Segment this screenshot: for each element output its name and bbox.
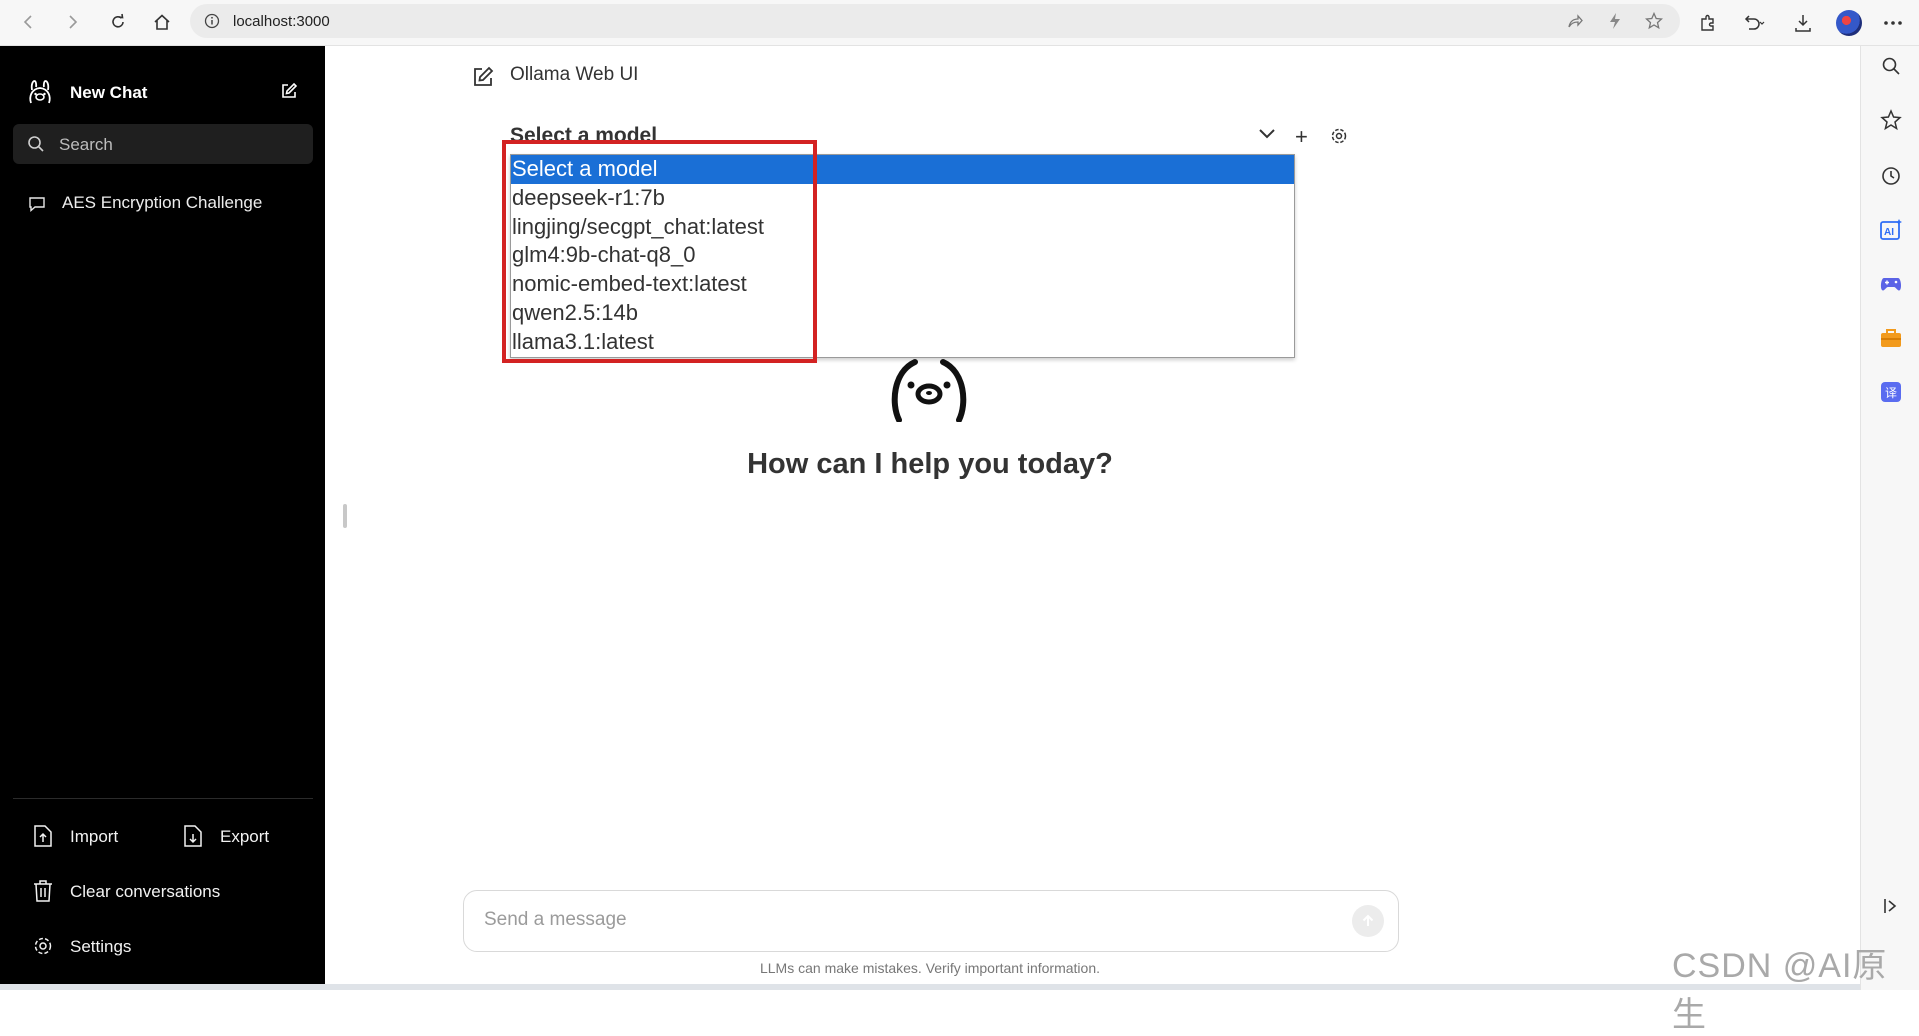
arrow-up-icon [1362,914,1374,926]
svg-text:AI: AI [1884,227,1894,238]
edge-games-controller-icon[interactable] [1877,270,1905,298]
site-info-icon[interactable] [204,13,220,29]
more-menu-icon[interactable] [1880,10,1906,36]
forward-icon[interactable] [61,10,85,34]
edge-history-clock-icon[interactable] [1877,162,1905,190]
import-button[interactable]: Import [32,824,172,850]
app-title: Ollama Web UI [510,64,639,85]
model-option[interactable]: nomic-embed-text:latest [511,270,1294,299]
file-export-icon [182,824,204,848]
chat-title[interactable]: AES Encryption Challenge [62,193,262,213]
new-chat-edit-icon[interactable] [280,82,298,100]
clear-conversations-button[interactable]: Clear conversations [32,879,292,905]
settings-button[interactable]: Settings [32,934,232,960]
file-import-icon [32,824,54,848]
browser-side-panel: AI 译 [1860,46,1919,990]
welcome-heading: How can I help you today? [747,448,1113,480]
model-option[interactable]: qwen2.5:14b [511,299,1294,328]
chat-history-item[interactable]: AES Encryption Challenge [28,192,308,218]
model-select-value[interactable]: Select a model [510,124,657,148]
edge-search-icon[interactable] [1877,52,1905,80]
chat-bubble-icon [28,195,46,213]
settings-label[interactable]: Settings [70,937,131,957]
browser-toolbar: localhost:3000 [0,0,1919,46]
export-label[interactable]: Export [220,827,269,847]
home-icon[interactable] [150,10,174,34]
collapse-panel-icon[interactable] [1877,892,1905,920]
edge-ai-icon[interactable]: AI [1877,216,1905,244]
share-icon[interactable] [1566,12,1584,30]
message-input[interactable]: Send a message [463,890,1399,952]
model-option[interactable]: lingjing/secgpt_chat:latest [511,213,1294,242]
add-model-button[interactable]: + [1295,124,1308,150]
undo-history-icon[interactable] [1741,10,1767,36]
extensions-icon[interactable] [1695,10,1721,36]
ollama-logo-icon [26,78,54,106]
edge-toolbox-icon[interactable] [1877,324,1905,352]
gear-icon [32,934,54,958]
chevron-down-icon[interactable] [1258,128,1276,140]
model-option[interactable]: Select a model [511,155,1294,184]
sidebar-divider [13,798,313,799]
address-bar[interactable]: localhost:3000 [190,4,1680,38]
profile-avatar[interactable] [1836,10,1862,36]
model-settings-gear-icon[interactable] [1330,127,1348,145]
sidebar-resize-handle[interactable] [343,504,347,528]
model-dropdown-list[interactable]: Select a model deepseek-r1:7b lingjing/s… [510,154,1295,358]
import-label[interactable]: Import [70,827,118,847]
message-placeholder[interactable]: Send a message [484,909,627,931]
search-icon [27,135,45,153]
ollama-llama-logo [887,352,971,422]
clear-conversations-label[interactable]: Clear conversations [70,882,220,902]
disclaimer-text: LLMs can make mistakes. Verify important… [759,960,1101,976]
model-option[interactable]: glm4:9b-chat-q8_0 [511,241,1294,270]
export-button[interactable]: Export [182,824,302,850]
sidebar-search-input[interactable]: Search [13,124,313,164]
lightning-icon[interactable] [1606,12,1624,30]
send-button[interactable] [1352,905,1384,937]
trash-icon [32,879,54,903]
download-icon[interactable] [1790,10,1816,36]
sidebar: New Chat Search AES Encryption Challenge… [0,46,325,990]
new-chat-icon[interactable] [472,66,494,88]
svg-text:译: 译 [1885,386,1897,400]
back-icon[interactable] [16,10,40,34]
search-placeholder: Search [59,135,113,154]
reload-icon[interactable] [106,10,130,34]
new-chat-row[interactable]: New Chat [26,78,298,108]
new-chat-label[interactable]: New Chat [70,83,147,103]
favorite-star-icon[interactable] [1645,12,1663,30]
edge-translate-icon[interactable]: 译 [1877,378,1905,406]
edge-favorites-star-icon[interactable] [1877,106,1905,134]
bottom-scroll-strip [0,984,1860,990]
model-option[interactable]: deepseek-r1:7b [511,184,1294,213]
model-selector[interactable]: Select a model + [510,122,1350,152]
url-text[interactable]: localhost:3000 [233,13,330,30]
